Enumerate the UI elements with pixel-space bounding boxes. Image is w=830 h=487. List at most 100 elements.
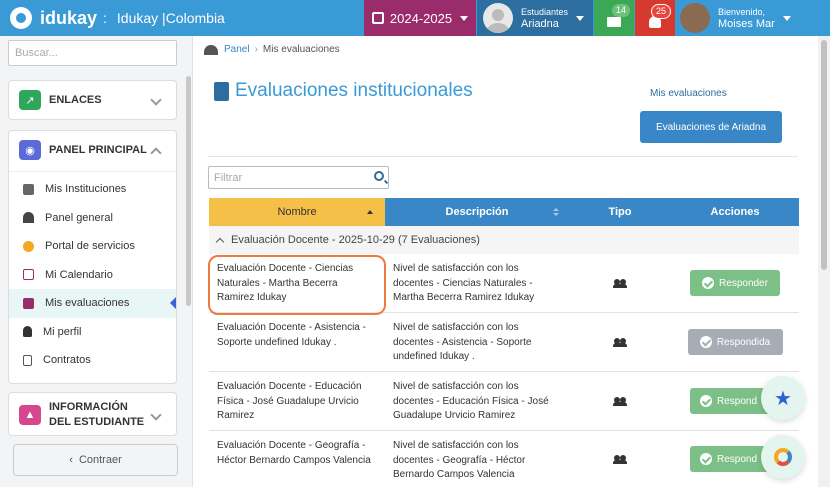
row-nombre: Evaluación Docente - Asistencia - Soport… xyxy=(217,322,366,348)
page-title: Evaluaciones institucionales xyxy=(235,80,473,101)
calendar-icon xyxy=(371,12,384,24)
filter-placeholder: Filtrar xyxy=(214,172,243,184)
row-descripcion: Nivel de satisfacción con los docentes -… xyxy=(393,322,532,362)
table-header: Nombre Descripción Tipo Acciones xyxy=(209,198,799,226)
sidebar-item-label: Mi perfil xyxy=(43,325,82,338)
evaluations-icon xyxy=(23,297,34,309)
breadcrumb: Panel › Mis evaluaciones xyxy=(204,44,340,55)
users-icon xyxy=(613,278,627,288)
panel-principal-header[interactable]: ◉ PANEL PRINCIPAL xyxy=(9,131,176,169)
users-icon xyxy=(613,454,627,464)
services-icon xyxy=(23,240,34,252)
student-name: Ariadna xyxy=(521,18,559,30)
evaluaciones-ariadna-button[interactable]: Evaluaciones de Ariadna xyxy=(640,111,782,143)
brand-separator: : xyxy=(103,10,107,26)
breadcrumb-current: Mis evaluaciones xyxy=(262,44,340,55)
dashboard-icon xyxy=(204,44,218,55)
assistant-button[interactable] xyxy=(761,435,805,479)
student-text: Estudiantes Ariadna xyxy=(521,6,568,30)
row-descripcion: Nivel de satisfacción con los docentes -… xyxy=(393,440,526,480)
chevron-up-icon xyxy=(215,237,225,247)
favorites-button[interactable]: ★ xyxy=(761,376,805,420)
year-selector[interactable]: 2024-2025 xyxy=(364,0,476,36)
row-nombre: Evaluación Docente - Geografía - Héctor … xyxy=(217,440,371,466)
user-menu[interactable]: Bienvenido, Moises Mar xyxy=(676,0,798,36)
group-label: Evaluación Docente - 2025-10-29 (7 Evalu… xyxy=(231,234,480,246)
breadcrumb-separator: › xyxy=(254,44,258,55)
column-label: Acciones xyxy=(710,206,760,218)
sort-icon xyxy=(553,208,559,216)
responder-button[interactable]: Responder xyxy=(690,270,780,296)
table-row: Evaluación Docente - Asistencia - Soport… xyxy=(209,313,799,372)
sidebar-item-label: Mis evaluaciones xyxy=(45,297,130,310)
button-label: Respond xyxy=(717,453,758,465)
dashboard-icon: ◉ xyxy=(19,140,41,160)
chevron-up-icon xyxy=(150,147,162,159)
check-circle-icon xyxy=(700,453,712,465)
sidebar-scrollbar[interactable] xyxy=(186,76,191,306)
column-label: Nombre xyxy=(277,206,317,218)
divider xyxy=(208,156,798,157)
button-label: Responder xyxy=(719,277,768,289)
users-icon xyxy=(613,337,627,347)
panel-principal-section: ◉ PANEL PRINCIPAL Mis Instituciones Pane… xyxy=(8,130,177,384)
messages-button[interactable]: 14 xyxy=(594,0,634,36)
row-nombre: Evaluación Docente - Educación Física - … xyxy=(217,381,362,421)
check-circle-icon xyxy=(702,277,715,289)
column-tipo: Tipo xyxy=(569,198,671,226)
institution-name: Idukay |Colombia xyxy=(116,10,225,26)
welcome-text: Bienvenido, Moises Mar xyxy=(718,6,775,30)
messages-badge: 14 xyxy=(612,4,631,17)
table-row: Evaluación Docente - Geografía - Héctor … xyxy=(209,431,799,487)
breadcrumb-home[interactable]: Panel xyxy=(224,44,250,55)
scrollbar-thumb[interactable] xyxy=(821,40,827,270)
brand[interactable]: idukay : Idukay |Colombia xyxy=(10,6,225,30)
sidebar-item-label: Mi Calendario xyxy=(45,268,113,281)
column-label: Tipo xyxy=(608,206,632,218)
sidebar: Buscar... ↗ ENLACES ◉ PANEL PRINCIPAL Mi… xyxy=(0,36,193,487)
sidebar-item-mis-instituciones[interactable]: Mis Instituciones xyxy=(9,175,176,204)
sidebar-item-portal-servicios[interactable]: Portal de servicios xyxy=(9,232,176,261)
check-circle-icon xyxy=(699,336,712,348)
info-estudiante-title: INFORMACIÓN DEL ESTUDIANTE xyxy=(49,401,145,428)
collapse-sidebar-button[interactable]: ‹ Contraer xyxy=(13,444,178,476)
panel-principal-title: PANEL PRINCIPAL xyxy=(49,144,147,156)
enlaces-section[interactable]: ↗ ENLACES xyxy=(8,80,177,120)
brand-name: idukay xyxy=(40,7,98,28)
welcome-label: Bienvenido, xyxy=(718,7,766,17)
notifications-button[interactable]: 25 xyxy=(635,0,675,36)
mis-evaluaciones-link[interactable]: Mis evaluaciones xyxy=(650,88,727,99)
chevron-down-icon xyxy=(150,409,162,421)
year-label: 2024-2025 xyxy=(389,10,453,26)
column-nombre[interactable]: Nombre xyxy=(209,198,385,226)
sidebar-item-label: Contratos xyxy=(43,354,91,367)
table-row: Evaluación Docente - Educación Física - … xyxy=(209,372,799,431)
sidebar-item-mi-perfil[interactable]: Mi perfil xyxy=(9,318,176,347)
info-estudiante-section[interactable]: ▲ INFORMACIÓN DEL ESTUDIANTE xyxy=(8,392,177,436)
sidebar-item-mis-evaluaciones[interactable]: Mis evaluaciones xyxy=(9,289,176,318)
calendar-icon xyxy=(23,269,34,281)
sidebar-item-label: Portal de servicios xyxy=(45,240,135,253)
respondida-button[interactable]: Respondida xyxy=(687,329,783,355)
column-descripcion[interactable]: Descripción xyxy=(385,198,569,226)
users-icon xyxy=(613,396,627,406)
check-circle-icon xyxy=(700,395,712,407)
sidebar-item-panel-general[interactable]: Panel general xyxy=(9,204,176,233)
column-label: Descripción xyxy=(445,206,509,218)
sort-asc-icon xyxy=(367,210,373,214)
user-card-icon xyxy=(214,81,229,101)
search-input[interactable]: Buscar... xyxy=(8,40,177,66)
filter-input[interactable]: Filtrar xyxy=(208,166,389,189)
highlight-annotation xyxy=(208,255,386,315)
group-row[interactable]: Evaluación Docente - 2025-10-29 (7 Evalu… xyxy=(209,226,799,254)
search-icon[interactable] xyxy=(374,171,384,181)
sidebar-item-mi-calendario[interactable]: Mi Calendario xyxy=(9,261,176,290)
student-selector[interactable]: Estudiantes Ariadna xyxy=(477,0,593,36)
star-icon: ★ xyxy=(774,387,792,410)
sidebar-item-contratos[interactable]: Contratos xyxy=(9,346,176,375)
institution-icon xyxy=(23,183,34,195)
collapse-label: Contraer xyxy=(78,454,122,466)
enlaces-title: ENLACES xyxy=(49,94,102,106)
page-scrollbar[interactable] xyxy=(818,36,830,487)
top-bar: idukay : Idukay |Colombia 2024-2025 Estu… xyxy=(0,0,830,36)
